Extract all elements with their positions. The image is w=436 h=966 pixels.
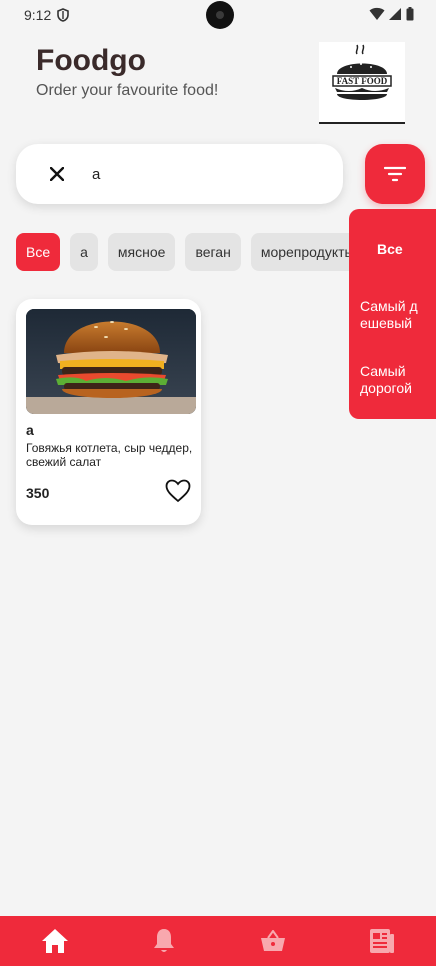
status-time: 9:12 (24, 7, 52, 23)
battery-icon (406, 7, 414, 21)
chip-meat[interactable]: мясное (107, 233, 176, 271)
search-bar (16, 144, 343, 204)
burger-logo-icon: FAST FOOD (332, 44, 392, 100)
status-bar: 9:12 (0, 0, 436, 30)
sort-option-all[interactable]: Все (377, 241, 436, 258)
sort-option-cheapest[interactable]: Самый д ешевый (360, 298, 432, 332)
chip-a[interactable]: а (70, 233, 98, 271)
filter-button[interactable] (365, 144, 425, 204)
chip-vegan[interactable]: веган (185, 233, 241, 271)
close-icon[interactable] (50, 167, 64, 181)
news-icon[interactable] (369, 928, 395, 954)
basket-icon[interactable] (260, 930, 286, 952)
bell-icon[interactable] (153, 928, 175, 954)
app-title: Foodgo (36, 44, 146, 77)
search-input[interactable] (92, 165, 312, 183)
bottom-nav (0, 916, 436, 966)
camera-cutout (206, 1, 234, 29)
shield-icon (57, 8, 70, 22)
fast-food-logo: FAST FOOD (319, 42, 405, 124)
nav-news[interactable] (352, 916, 412, 966)
category-chips: Все а мясное веган морепродукты (16, 233, 365, 271)
nav-home[interactable] (25, 916, 85, 966)
product-description: Говяжья котлета, сыр чеддер, свежий сала… (26, 441, 193, 469)
nav-basket[interactable] (243, 916, 303, 966)
sort-menu: Все Самый д ешевый Самый дорогой (349, 209, 436, 419)
chip-all[interactable]: Все (16, 233, 61, 271)
svg-text:FAST FOOD: FAST FOOD (337, 76, 388, 86)
filter-icon[interactable] (384, 166, 406, 182)
wifi-icon (369, 7, 385, 20)
app-subtitle: Order your favourite food! (36, 82, 219, 99)
home-icon[interactable] (41, 928, 69, 954)
nav-notifications[interactable] (134, 916, 194, 966)
favorite-button[interactable] (165, 479, 191, 503)
clear-search-button[interactable] (32, 144, 82, 204)
sort-option-expensive[interactable]: Самый дорогой (360, 363, 432, 397)
product-card[interactable]: а Говяжья котлета, сыр чеддер, свежий са… (16, 299, 201, 525)
signal-icon (389, 8, 401, 20)
product-price: 350 (26, 485, 50, 501)
status-left: 9:12 (24, 7, 70, 23)
heart-icon[interactable] (165, 479, 191, 503)
status-icons (369, 7, 414, 21)
product-name: а (26, 422, 34, 438)
product-image (26, 309, 196, 414)
chip-seafood[interactable]: морепродукты (250, 233, 365, 271)
